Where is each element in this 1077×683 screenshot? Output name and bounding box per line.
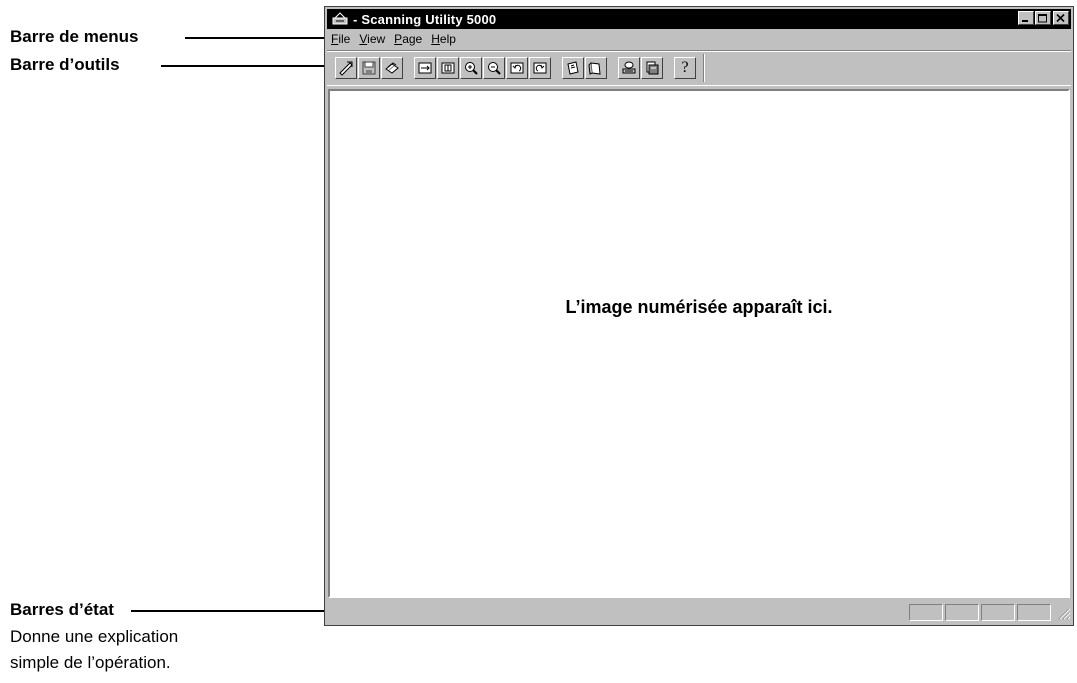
zoom-out-button[interactable] xyxy=(483,57,505,79)
rotate-right-icon xyxy=(533,62,547,74)
toolbar-group-scan xyxy=(618,57,664,79)
help-button[interactable]: ? xyxy=(674,57,696,79)
fit-page-button[interactable] xyxy=(437,57,459,79)
app-window: - Scanning Utility 5000 File View Page H… xyxy=(324,6,1074,626)
menubar-annotation-line xyxy=(185,37,325,39)
help-icon: ? xyxy=(681,59,689,76)
toolbar-group-page xyxy=(562,57,608,79)
rotate-left-icon xyxy=(510,62,524,74)
minimize-button[interactable] xyxy=(1018,11,1034,25)
save-icon xyxy=(362,61,376,75)
window-title: - Scanning Utility 5000 xyxy=(353,11,497,27)
close-icon xyxy=(1056,13,1065,22)
status-panel-1 xyxy=(909,603,943,621)
fit-page-icon xyxy=(441,62,455,74)
image-display-area[interactable]: L’image numérisée apparaît ici. xyxy=(328,89,1070,598)
toolbar: ? xyxy=(327,50,1071,86)
fit-width-icon xyxy=(418,62,432,74)
menu-page[interactable]: Page xyxy=(390,32,427,46)
next-page-button[interactable] xyxy=(585,57,607,79)
statusbar-annotation-line xyxy=(131,610,325,612)
status-panel-2 xyxy=(945,603,979,621)
toolbar-annotation-line xyxy=(161,65,325,67)
rotate-left-button[interactable] xyxy=(506,57,528,79)
toolbar-group-view xyxy=(414,57,552,79)
send-button[interactable] xyxy=(641,57,663,79)
statusbar-description-line2: simple de l’opération. xyxy=(10,653,171,672)
menu-bar: File View Page Help xyxy=(327,30,1071,48)
toolbar-end-separator xyxy=(703,54,705,82)
scan-settings-button[interactable] xyxy=(618,57,640,79)
minimize-icon xyxy=(1022,20,1028,22)
scanner-app-icon[interactable] xyxy=(331,11,349,27)
status-panel-4 xyxy=(1017,603,1051,621)
print-icon xyxy=(385,62,399,74)
zoom-out-icon xyxy=(488,62,501,75)
close-button[interactable] xyxy=(1053,11,1069,25)
save-button[interactable] xyxy=(358,57,380,79)
previous-page-button[interactable] xyxy=(562,57,584,79)
menu-help[interactable]: Help xyxy=(427,32,461,46)
next-page-icon xyxy=(588,62,601,75)
resize-grip-icon[interactable] xyxy=(1055,603,1071,621)
toolbar-annotation: Barre d’outils xyxy=(10,55,120,74)
status-panel-3 xyxy=(981,603,1015,621)
title-bar[interactable]: - Scanning Utility 5000 xyxy=(327,9,1071,29)
previous-page-icon xyxy=(567,61,579,75)
status-text xyxy=(327,603,907,621)
rotate-right-button[interactable] xyxy=(529,57,551,79)
print-button[interactable] xyxy=(381,57,403,79)
window-controls xyxy=(1017,11,1069,25)
zoom-in-icon xyxy=(465,62,478,75)
menubar-annotation: Barre de menus xyxy=(10,27,139,46)
image-placeholder-message: L’image numérisée apparaît ici. xyxy=(565,297,833,317)
fit-width-button[interactable] xyxy=(414,57,436,79)
acquire-button[interactable] xyxy=(335,57,357,79)
statusbar-description-line1: Donne une explication xyxy=(10,627,179,646)
toolbar-group-file xyxy=(335,57,404,79)
scan-settings-icon xyxy=(622,61,636,74)
maximize-button[interactable] xyxy=(1035,11,1051,25)
maximize-icon xyxy=(1038,13,1047,22)
status-bar xyxy=(327,601,1071,623)
acquire-icon xyxy=(339,61,353,76)
statusbar-annotation: Barres d’état xyxy=(10,600,114,619)
menu-view[interactable]: View xyxy=(355,32,390,46)
toolbar-group-help: ? xyxy=(674,57,697,79)
menu-file[interactable]: File xyxy=(327,32,355,46)
send-icon xyxy=(646,61,659,75)
zoom-in-button[interactable] xyxy=(460,57,482,79)
